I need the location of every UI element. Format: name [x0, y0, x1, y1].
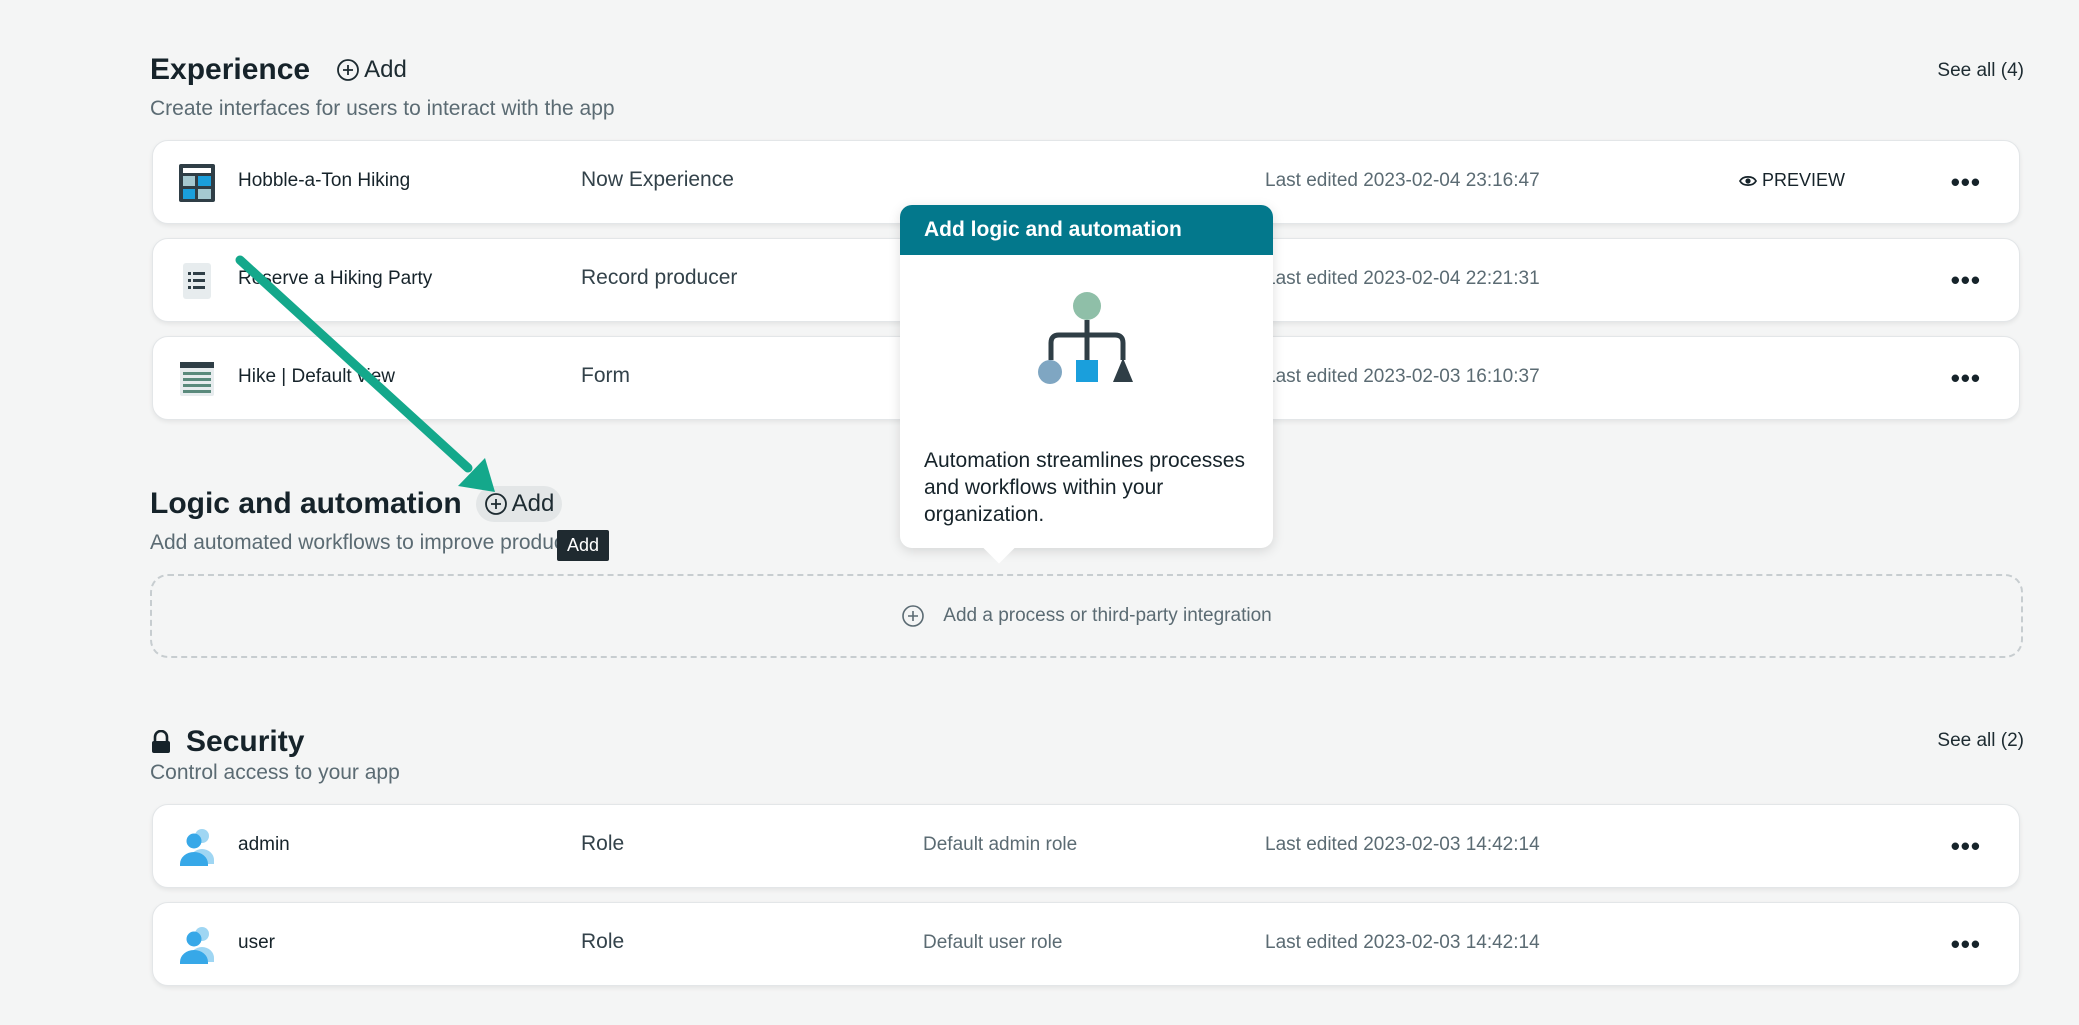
logic-header: Logic and automation Add: [150, 486, 563, 522]
add-circle-icon: [902, 605, 925, 627]
preview-label: PREVIEW: [1762, 170, 1846, 190]
logic-title: Logic and automation: [150, 487, 462, 520]
logic-add-button[interactable]: Add: [475, 486, 563, 522]
item-name: user: [238, 932, 275, 953]
add-process-dropzone[interactable]: Add a process or third-party integration: [150, 574, 2023, 658]
popover-body: Automation streamlines processes and wor…: [924, 449, 1245, 526]
security-header: Security: [150, 725, 304, 759]
item-last-edited: Last edited 2023-02-04 23:16:47: [1265, 170, 1540, 191]
item-description: Default user role: [923, 932, 1063, 953]
item-last-edited: Last edited 2023-02-03 16:10:37: [1265, 366, 1540, 387]
eye-icon: [1739, 175, 1757, 186]
add-process-label: Add a process or third-party integration: [943, 605, 1272, 626]
experience-header: Experience Add: [150, 52, 415, 88]
security-title: Security: [186, 725, 305, 758]
workflow-diagram-icon: [1030, 290, 1140, 395]
experience-add-button[interactable]: Add: [328, 52, 415, 88]
users-icon: [177, 924, 217, 966]
item-last-edited: Last edited 2023-02-03 14:42:14: [1265, 932, 1540, 953]
lock-icon: [152, 730, 170, 753]
experience-title: Experience: [150, 53, 311, 86]
item-name: Hike | Default view: [238, 366, 395, 387]
security-subtitle: Control access to your app: [150, 761, 400, 784]
item-type: Record producer: [581, 266, 738, 289]
item-name: admin: [238, 834, 290, 855]
form-icon: [177, 358, 217, 400]
popover-title: Add logic and automation: [900, 205, 1273, 255]
logic-add-label: Add: [511, 490, 555, 517]
preview-button[interactable]: PREVIEW: [1739, 170, 1845, 191]
more-options-icon[interactable]: •••: [1951, 169, 1981, 195]
users-icon: [177, 826, 217, 868]
portal-icon: [177, 162, 217, 204]
add-circle-icon: [484, 493, 507, 515]
more-options-icon[interactable]: •••: [1951, 365, 1981, 391]
item-name: Hobble-a-Ton Hiking: [238, 170, 411, 191]
item-last-edited: Last edited 2023-02-04 22:21:31: [1265, 268, 1540, 289]
item-type: Role: [581, 832, 625, 855]
item-name: Reserve a Hiking Party: [238, 268, 433, 289]
experience-subtitle: Create interfaces for users to interact …: [150, 97, 615, 120]
security-see-all-link[interactable]: See all (2): [1937, 730, 2024, 752]
popover-caret: [983, 532, 1015, 564]
more-options-icon[interactable]: •••: [1951, 267, 1981, 293]
document-icon: [177, 260, 217, 302]
item-type: Role: [581, 930, 625, 953]
item-type: Form: [581, 364, 630, 387]
add-circle-icon: [337, 59, 359, 81]
logic-subtitle: Add automated workflows to improve produ…: [150, 531, 607, 554]
add-tooltip: Add: [557, 530, 610, 561]
more-options-icon[interactable]: •••: [1951, 931, 1981, 957]
more-options-icon[interactable]: •••: [1951, 833, 1981, 859]
security-row-user[interactable]: user Role Default user role Last edited …: [152, 902, 2020, 986]
experience-add-label: Add: [364, 56, 407, 83]
logic-automation-popover: Add logic and automation Automation stre…: [900, 205, 1273, 564]
item-last-edited: Last edited 2023-02-03 14:42:14: [1265, 834, 1540, 855]
experience-see-all-link[interactable]: See all (4): [1937, 60, 2024, 82]
security-row-admin[interactable]: admin Role Default admin role Last edite…: [152, 804, 2020, 888]
item-description: Default admin role: [923, 834, 1078, 855]
item-type: Now Experience: [581, 168, 734, 191]
